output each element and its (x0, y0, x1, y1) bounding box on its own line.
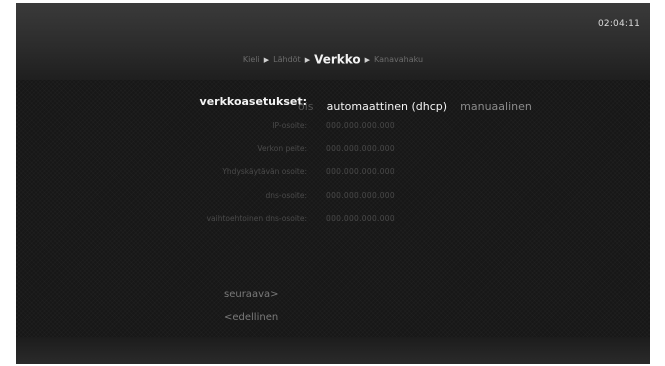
breadcrumb-step-network: Verkko (314, 52, 361, 67)
breadcrumb: Kieli ▶ Lähdöt ▶ Verkko ▶ Kanavahaku (16, 49, 650, 68)
option-manual[interactable]: manuaalinen (460, 100, 532, 113)
dns-label: dns-osoite: (265, 191, 307, 200)
tv-setup-screen: 02:04:11 Kieli ▶ Lähdöt ▶ Verkko ▶ Kanavahaku … (16, 3, 650, 364)
alternate-dns-field[interactable]: 000.000.000.000 (326, 214, 395, 223)
ip-address-label: IP-osoite: (272, 121, 307, 130)
dns-row: dns-osoite: 000.000.000.000 (16, 188, 650, 202)
subnet-mask-row: Verkon peite: 000.000.000.000 (16, 141, 650, 155)
breadcrumb-step-outputs: Lähdöt (273, 55, 301, 64)
chevron-right-icon: ▶ (364, 55, 371, 64)
network-mode-row: verkkoasetukset: ois automaattinen (dhcp… (16, 95, 650, 113)
next-button[interactable]: seuraava> (224, 289, 279, 300)
network-mode-label: verkkoasetukset: (199, 95, 307, 108)
gateway-row: Yhdyskäytävän osoite: 000.000.000.000 (16, 164, 650, 178)
chevron-right-icon: ▶ (304, 55, 311, 64)
dns-field[interactable]: 000.000.000.000 (326, 191, 395, 200)
option-automatic-dhcp[interactable]: automaattinen (dhcp) (327, 100, 447, 113)
breadcrumb-step-language: Kieli (242, 55, 260, 64)
network-settings-panel: verkkoasetukset: ois automaattinen (dhcp… (16, 80, 650, 337)
clock: 02:04:11 (597, 19, 640, 29)
option-off[interactable]: ois (298, 100, 314, 113)
previous-button[interactable]: <edellinen (224, 312, 278, 323)
header-bar: 02:04:11 Kieli ▶ Lähdöt ▶ Verkko ▶ Kanavahaku (16, 3, 650, 80)
gateway-label: Yhdyskäytävän osoite: (222, 167, 307, 176)
network-mode-selector[interactable]: ois automaattinen (dhcp) manuaalinen (298, 95, 540, 114)
subnet-mask-field[interactable]: 000.000.000.000 (326, 144, 395, 153)
gateway-field[interactable]: 000.000.000.000 (326, 167, 395, 176)
ip-address-row: IP-osoite: 000.000.000.000 (16, 118, 650, 132)
breadcrumb-step-channel-scan: Kanavahaku (374, 55, 424, 64)
alternate-dns-row: vaihtoehtoinen dns-osoite: 000.000.000.0… (16, 211, 650, 225)
footer-bar (16, 337, 650, 364)
subnet-mask-label: Verkon peite: (257, 144, 307, 153)
ip-address-field[interactable]: 000.000.000.000 (326, 121, 395, 130)
chevron-right-icon: ▶ (263, 55, 270, 64)
alternate-dns-label: vaihtoehtoinen dns-osoite: (206, 214, 307, 223)
